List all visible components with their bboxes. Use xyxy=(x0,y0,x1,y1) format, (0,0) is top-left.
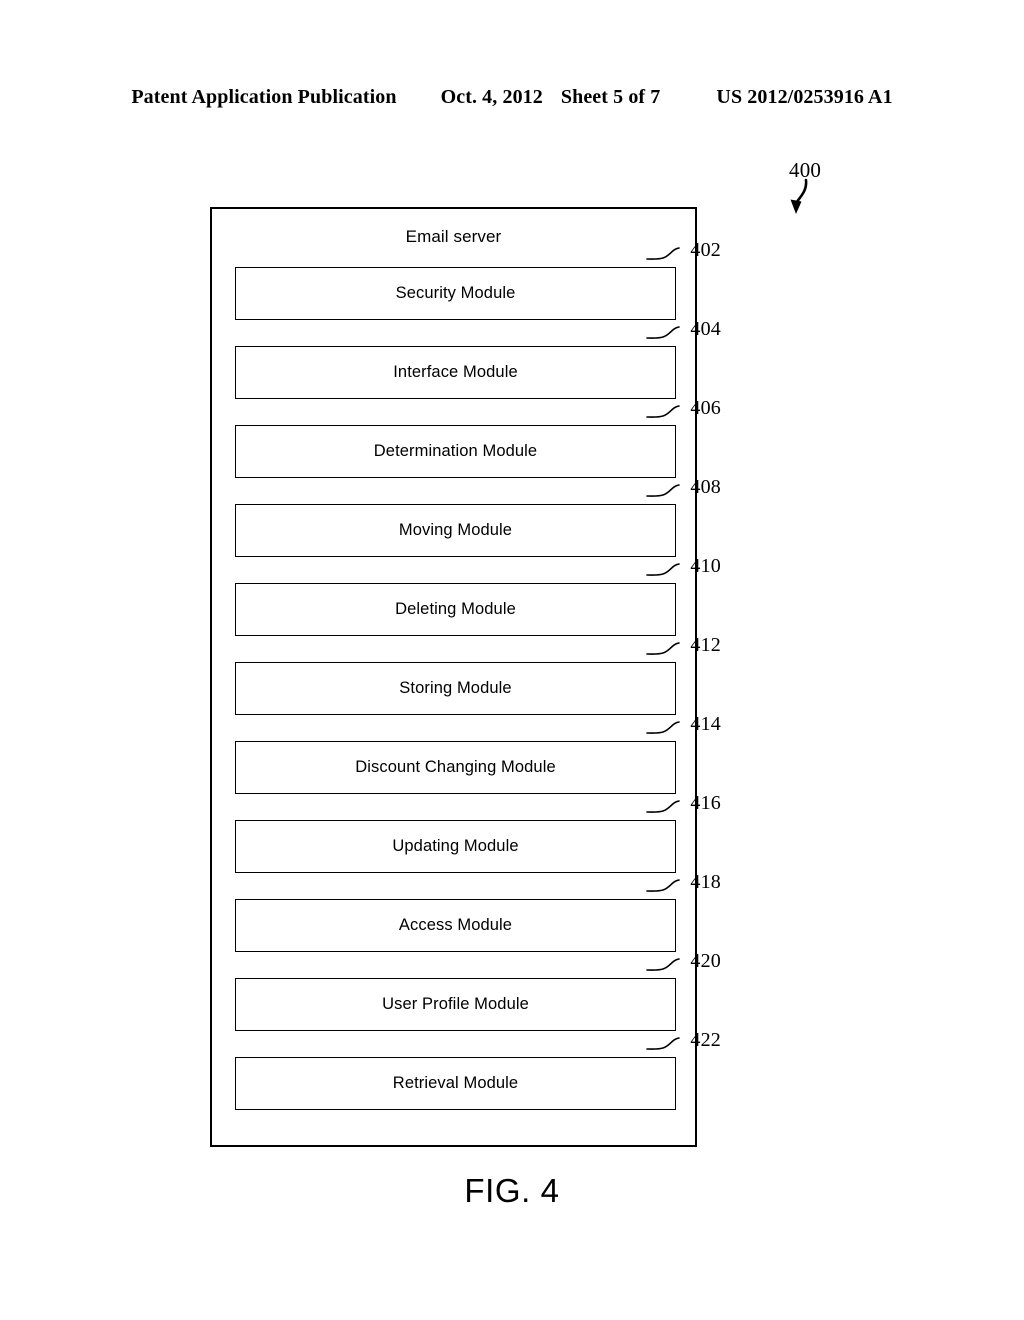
module-box-storing[interactable]: Storing Module xyxy=(235,662,676,715)
module-reference-number: 406 xyxy=(690,397,721,419)
module-box-retrieval[interactable]: Retrieval Module xyxy=(235,1057,676,1110)
module-row: Access Module 418 xyxy=(235,872,721,978)
module-label: Moving Module xyxy=(398,521,513,539)
module-label: User Profile Module xyxy=(382,995,529,1013)
module-box-discount-changing[interactable]: Discount Changing Module xyxy=(235,741,676,794)
module-row: Security Module 402 xyxy=(235,240,721,346)
module-label: Storing Module xyxy=(399,679,512,697)
figure-caption: FIG. 4 xyxy=(464,1172,560,1209)
header-publication-label: Patent Application Publication xyxy=(131,86,397,108)
module-box-user-profile[interactable]: User Profile Module xyxy=(235,978,676,1031)
leader-line-icon xyxy=(646,800,680,813)
leader-line-icon xyxy=(646,563,680,576)
module-reference-number: 416 xyxy=(690,792,721,814)
module-label: Retrieval Module xyxy=(392,1074,519,1092)
module-label: Interface Module xyxy=(393,363,518,381)
module-reference-number: 420 xyxy=(690,950,721,972)
module-box-moving[interactable]: Moving Module xyxy=(235,504,676,557)
module-reference-number: 422 xyxy=(690,1029,721,1051)
header-sheet-label: Sheet 5 of 7 xyxy=(560,86,661,108)
module-row: Retrieval Module 422 xyxy=(235,1030,721,1136)
patent-header: Patent Application Publication Oct. 4, 2… xyxy=(0,86,1024,112)
module-label: Security Module xyxy=(395,284,516,302)
module-label: Determination Module xyxy=(373,442,538,460)
module-row: Deleting Module 410 xyxy=(235,556,721,662)
module-reference-number: 410 xyxy=(690,555,721,577)
module-label: Access Module xyxy=(398,916,513,934)
module-reference-number: 402 xyxy=(690,239,721,261)
module-box-access[interactable]: Access Module xyxy=(235,899,676,952)
email-server-container: Email server Security Module 402 Interfa… xyxy=(210,207,721,1147)
leader-line-icon xyxy=(646,721,680,734)
leader-line-icon xyxy=(646,405,680,418)
module-row: Interface Module 404 xyxy=(235,319,721,425)
module-reference-number: 408 xyxy=(690,476,721,498)
module-box-interface[interactable]: Interface Module xyxy=(235,346,676,399)
leader-line-icon xyxy=(646,247,680,260)
module-reference-number: 414 xyxy=(690,713,721,735)
module-label: Deleting Module xyxy=(395,600,516,618)
leader-line-icon xyxy=(646,642,680,655)
leader-line-icon xyxy=(646,958,680,971)
module-row: Updating Module 416 xyxy=(235,793,721,899)
leader-line-icon xyxy=(646,879,680,892)
module-box-deleting[interactable]: Deleting Module xyxy=(235,583,676,636)
module-row: User Profile Module 420 xyxy=(235,951,721,1057)
module-box-determination[interactable]: Determination Module xyxy=(235,425,676,478)
header-date-label: Oct. 4, 2012 xyxy=(440,86,543,108)
module-reference-number: 418 xyxy=(690,871,721,893)
module-reference-number: 404 xyxy=(690,318,721,340)
leader-line-icon xyxy=(646,484,680,497)
module-box-security[interactable]: Security Module xyxy=(235,267,676,320)
module-row: Storing Module 412 xyxy=(235,635,721,741)
module-box-updating[interactable]: Updating Module xyxy=(235,820,676,873)
header-document-number: US 2012/0253916 A1 xyxy=(716,86,893,108)
module-list: Security Module 402 Interface Module 404… xyxy=(235,240,721,1136)
figure-reference-arrow-icon xyxy=(790,178,808,214)
module-row: Discount Changing Module 414 xyxy=(235,714,721,820)
email-server-title: Email server xyxy=(405,227,502,246)
module-label: Discount Changing Module xyxy=(355,758,556,776)
leader-line-icon xyxy=(646,326,680,339)
module-reference-number: 412 xyxy=(690,634,721,656)
leader-line-icon xyxy=(646,1037,680,1050)
module-row: Determination Module 406 xyxy=(235,398,721,504)
module-label: Updating Module xyxy=(392,837,519,855)
module-row: Moving Module 408 xyxy=(235,477,721,583)
